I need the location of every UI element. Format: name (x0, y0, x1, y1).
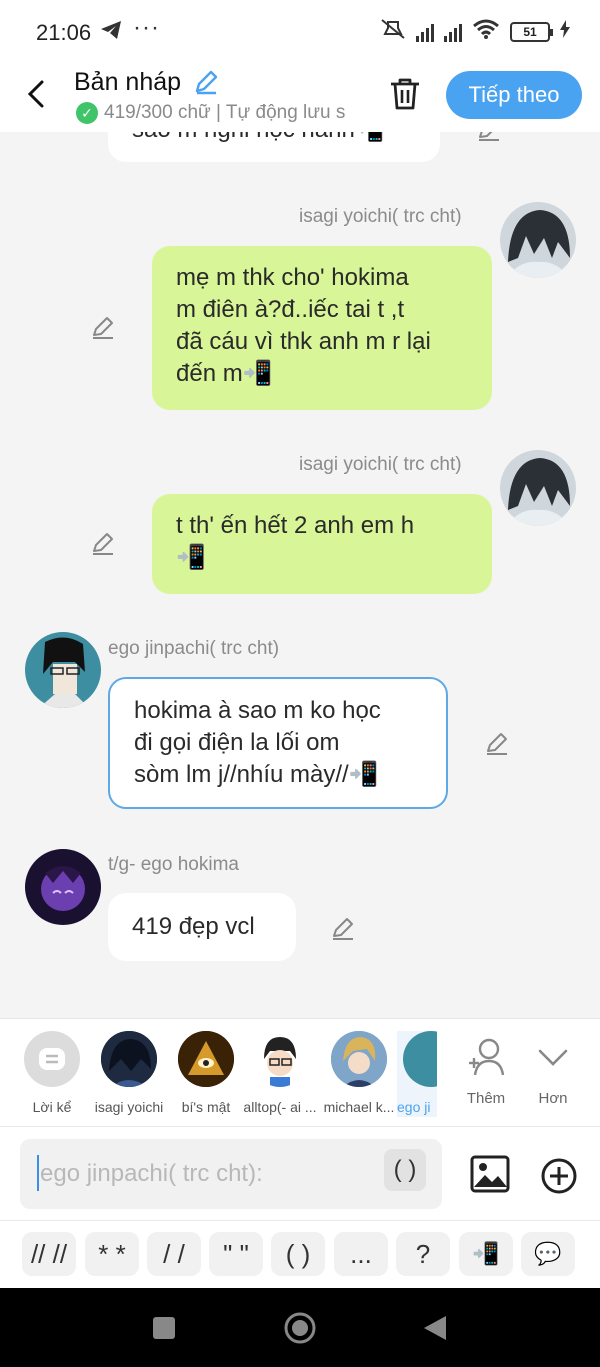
chat-area[interactable]: sao m nghỉ học hành📲 isagi yoichi( trc c… (0, 132, 600, 1018)
message-line: đến m📲 (176, 360, 273, 387)
delete-button[interactable] (388, 76, 422, 117)
battery-icon: 51 (510, 21, 553, 42)
chip-question[interactable]: ? (396, 1232, 450, 1276)
charging-icon (560, 20, 570, 43)
chevron-down-icon (536, 1049, 570, 1081)
message-line: 419 đẹp vcl (132, 913, 255, 940)
more-label: Hơn (538, 1090, 568, 1107)
character-label: isagi yoichi (94, 1099, 164, 1115)
chip-italic[interactable]: / / (147, 1232, 201, 1276)
more-notifications-icon: ··· (133, 14, 160, 41)
header: Bản nháp ✓ 419/300 chữ | Tự động lưu s T… (0, 62, 600, 132)
sender-name: ego jinpachi( trc cht) (108, 638, 280, 659)
add-label: Thêm (466, 1090, 506, 1107)
sender-name: t/g- ego hokima (108, 854, 239, 875)
character-label: alltop(- ai ... (243, 1099, 317, 1115)
character-selector: Lời kể isagi yoichi bí's mật alltop(- ai… (0, 1018, 600, 1126)
word-count-text: 419/300 chữ | Tự động lưu s (104, 102, 346, 123)
recents-button[interactable] (152, 1316, 176, 1345)
chip-action[interactable]: // // (22, 1232, 76, 1276)
message-bubble[interactable]: hokima à sao m ko học đi gọi điện la lối… (108, 677, 448, 809)
message-bubble[interactable]: 419 đẹp vcl (108, 893, 296, 961)
character-michael[interactable]: michael k... (320, 1031, 398, 1115)
edit-message-icon[interactable] (90, 530, 116, 556)
signal-icon (416, 22, 434, 42)
character-secret[interactable]: bí's mật (171, 1031, 241, 1115)
edit-message-icon[interactable] (90, 314, 116, 340)
next-button[interactable]: Tiếp theo (446, 71, 582, 119)
edit-message-icon[interactable] (330, 915, 356, 941)
message-input[interactable]: ego jinpachi( trc cht): (20, 1139, 442, 1209)
character-isagi[interactable]: isagi yoichi (93, 1031, 165, 1115)
character-label: Lời kể (32, 1099, 72, 1115)
chip-phone[interactable]: 📲 (459, 1232, 513, 1276)
avatar (403, 1031, 437, 1087)
sender-name: isagi yoichi( trc cht) (299, 206, 462, 227)
status-bar: 21:06 ··· 51 (0, 0, 600, 62)
avatar[interactable] (500, 202, 576, 278)
avatar (331, 1031, 387, 1087)
avatar[interactable] (25, 849, 101, 925)
message-bubble[interactable]: sao m nghỉ học hành📲 (108, 132, 440, 162)
chip-speech[interactable]: 💬 (521, 1232, 575, 1276)
add-character-button[interactable]: Thêm (456, 1037, 516, 1107)
message-line: sòm lm j//nhíu mày//📲 (134, 761, 379, 788)
add-user-icon (465, 1038, 507, 1081)
check-icon: ✓ (76, 102, 98, 124)
text-caret (37, 1155, 39, 1191)
message-text: sao m nghỉ học hành📲 (132, 132, 385, 143)
character-alltop[interactable]: alltop(- ai ... (242, 1031, 318, 1115)
page-title: Bản nháp (74, 68, 182, 96)
edit-title-icon[interactable] (192, 68, 220, 101)
parentheses-button[interactable]: ( ) (384, 1149, 426, 1191)
mute-icon (380, 18, 406, 45)
avatar[interactable] (500, 450, 576, 526)
message-line: m điên à?đ..iếc tai t ,t (176, 296, 405, 323)
back-nav-button[interactable] (422, 1314, 448, 1347)
sender-name: isagi yoichi( trc cht) (299, 454, 462, 475)
home-button[interactable] (284, 1312, 316, 1349)
wifi-icon (472, 18, 500, 45)
back-button[interactable] (22, 76, 52, 112)
chip-ellipsis[interactable]: ... (334, 1232, 388, 1276)
character-narrator[interactable]: Lời kể (17, 1031, 87, 1115)
message-line: 📲 (176, 544, 206, 571)
edit-message-icon[interactable] (476, 132, 502, 142)
message-line: hokima à sao m ko học (134, 697, 381, 724)
more-button[interactable]: Hơn (523, 1037, 583, 1107)
quick-insert-bar: // // * * / / " " ( ) ... ? 📲 💬 (0, 1220, 600, 1288)
avatar (101, 1031, 157, 1087)
message-line: mẹ m thk cho' hokima (176, 264, 409, 291)
character-label: ego ji (397, 1099, 431, 1115)
avatar (178, 1031, 234, 1087)
add-icon[interactable] (540, 1157, 578, 1200)
chip-quote[interactable]: " " (209, 1232, 263, 1276)
avatar (252, 1031, 308, 1087)
message-line: đã cáu vì thk anh m r lại (176, 328, 431, 355)
status-time: 21:06 (36, 20, 92, 45)
message-bubble[interactable]: t th' ến hết 2 anh em h 📲 (152, 494, 492, 594)
composer: ego jinpachi( trc cht): ( ) (0, 1126, 600, 1220)
signal-icon-2 (444, 22, 462, 42)
status-icons: 51 (380, 18, 570, 45)
character-ego[interactable]: ego ji (397, 1031, 437, 1117)
chip-paren[interactable]: ( ) (271, 1232, 325, 1276)
chip-bold[interactable]: * * (85, 1232, 139, 1276)
image-icon[interactable] (470, 1155, 510, 1198)
avatar[interactable] (25, 632, 101, 708)
telegram-icon (100, 20, 122, 46)
message-bubble[interactable]: mẹ m thk cho' hokima m điên à?đ..iếc tai… (152, 246, 492, 410)
edit-message-icon[interactable] (484, 730, 510, 756)
character-label: michael k... (323, 1099, 395, 1115)
character-label: bí's mật (181, 1099, 231, 1115)
narration-icon (24, 1031, 80, 1087)
navigation-bar (0, 1288, 600, 1367)
message-line: đi gọi điện la lối om (134, 729, 340, 756)
save-status: ✓ 419/300 chữ | Tự động lưu s (76, 102, 366, 124)
message-line: t th' ến hết 2 anh em h (176, 512, 415, 539)
